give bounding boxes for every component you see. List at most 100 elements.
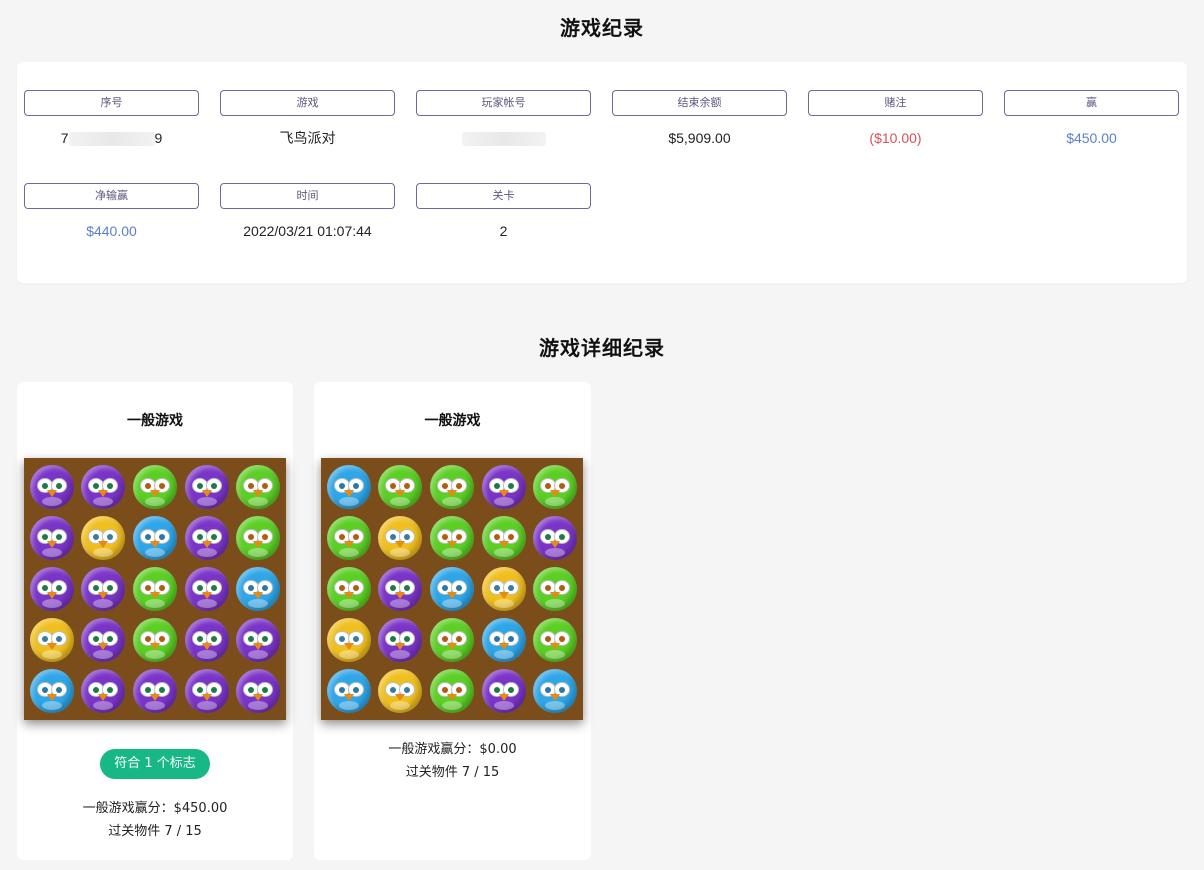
board-cell <box>323 563 375 614</box>
bet-value: ($10.00) <box>869 130 922 146</box>
field-end-balance: 结束余额 $5,909.00 <box>612 90 787 148</box>
green-bird-icon <box>481 515 526 560</box>
board-cell <box>426 615 478 666</box>
blue-bird-icon <box>326 464 371 509</box>
board-cell <box>375 563 427 614</box>
purple-bird-icon <box>184 618 229 663</box>
masked-serial <box>68 132 155 147</box>
board-cell <box>232 461 284 512</box>
board-cell <box>129 615 181 666</box>
board-cell <box>181 563 233 614</box>
board-cell <box>78 666 130 717</box>
win-line: 一般游戏赢分：$0.00 <box>388 742 517 757</box>
board-cell <box>78 461 130 512</box>
board-cell <box>529 461 581 512</box>
board-cell <box>232 615 284 666</box>
board-cell <box>323 512 375 563</box>
board-cell <box>529 615 581 666</box>
field-win: 赢 $450.00 <box>1004 90 1179 148</box>
board-cell <box>129 461 181 512</box>
purple-bird-icon <box>481 464 526 509</box>
purple-bird-icon <box>29 515 74 560</box>
purple-bird-icon <box>29 464 74 509</box>
board-cell <box>478 563 530 614</box>
serial-prefix: 7 <box>60 130 69 146</box>
board-cell <box>375 512 427 563</box>
board-cell <box>478 666 530 717</box>
detail-title: 游戏详细纪录 <box>539 336 665 360</box>
board-cell <box>78 512 130 563</box>
field-game: 游戏 飞鸟派对 <box>220 90 395 148</box>
board-cell <box>181 615 233 666</box>
board-cell <box>426 461 478 512</box>
blue-bird-icon <box>481 618 526 663</box>
board-cell <box>478 461 530 512</box>
blue-bird-icon <box>429 566 474 611</box>
game-detail-card: 一般游戏 符合 1 个标志 一般游戏赢分：$450.00 过关物件 7 / 15 <box>17 382 293 860</box>
board-cell <box>129 512 181 563</box>
green-bird-icon <box>236 464 281 509</box>
green-bird-icon <box>429 515 474 560</box>
purple-bird-icon <box>81 618 126 663</box>
level-value: 2 <box>499 223 508 239</box>
board-cell <box>323 615 375 666</box>
board-cell <box>129 666 181 717</box>
purple-bird-icon <box>184 515 229 560</box>
purple-bird-icon <box>184 464 229 509</box>
field-label: 序号 <box>24 90 199 116</box>
field-net: 净输赢 $440.00 <box>24 183 199 241</box>
purple-bird-icon <box>533 515 578 560</box>
yellow-bird-icon <box>29 618 74 663</box>
board-cell <box>529 666 581 717</box>
card-title: 一般游戏 <box>424 413 481 429</box>
card-info: 一般游戏赢分：$0.00 过关物件 7 / 15 <box>314 738 591 784</box>
board-cell <box>26 512 78 563</box>
board-cell <box>375 461 427 512</box>
purple-bird-icon <box>378 566 423 611</box>
field-label: 结束余额 <box>612 90 787 116</box>
field-bet: 赌注 ($10.00) <box>808 90 983 148</box>
green-bird-icon <box>326 566 371 611</box>
board-cell <box>129 563 181 614</box>
blue-bird-icon <box>132 515 177 560</box>
board-cell <box>26 666 78 717</box>
board-cell <box>181 512 233 563</box>
green-bird-icon <box>236 515 281 560</box>
field-label: 净输赢 <box>24 183 199 209</box>
board-cell <box>426 563 478 614</box>
record-title: 游戏纪录 <box>560 16 644 40</box>
purple-bird-icon <box>184 566 229 611</box>
green-bird-icon <box>429 618 474 663</box>
board-cell <box>181 461 233 512</box>
blue-bird-icon <box>236 566 281 611</box>
green-bird-icon <box>429 669 474 714</box>
board-cell <box>478 615 530 666</box>
field-label: 赢 <box>1004 90 1179 116</box>
board-cell <box>375 666 427 717</box>
yellow-bird-icon <box>378 669 423 714</box>
progress-line: 过关物件 7 / 15 <box>405 765 500 780</box>
green-bird-icon <box>132 618 177 663</box>
purple-bird-icon <box>481 669 526 714</box>
purple-bird-icon <box>184 669 229 714</box>
serial-suffix: 9 <box>154 130 163 146</box>
board-cell <box>26 461 78 512</box>
purple-bird-icon <box>29 566 74 611</box>
game-detail-card: 一般游戏 一般游戏赢分：$0.00 过关物件 7 / 15 <box>314 382 591 860</box>
board-cell <box>323 666 375 717</box>
board-cell <box>232 666 284 717</box>
board-cell <box>232 563 284 614</box>
progress-line: 过关物件 7 / 15 <box>108 824 202 839</box>
game-value: 飞鸟派对 <box>279 130 336 146</box>
board-cell <box>78 563 130 614</box>
game-board <box>24 458 286 720</box>
board-cell <box>26 563 78 614</box>
green-bird-icon <box>533 618 578 663</box>
field-serial: 序号 7 9 <box>24 90 199 148</box>
purple-bird-icon <box>236 618 281 663</box>
green-bird-icon <box>429 464 474 509</box>
win-value: $450.00 <box>1066 130 1117 146</box>
purple-bird-icon <box>378 618 423 663</box>
board-cell <box>375 615 427 666</box>
board-cell <box>529 563 581 614</box>
